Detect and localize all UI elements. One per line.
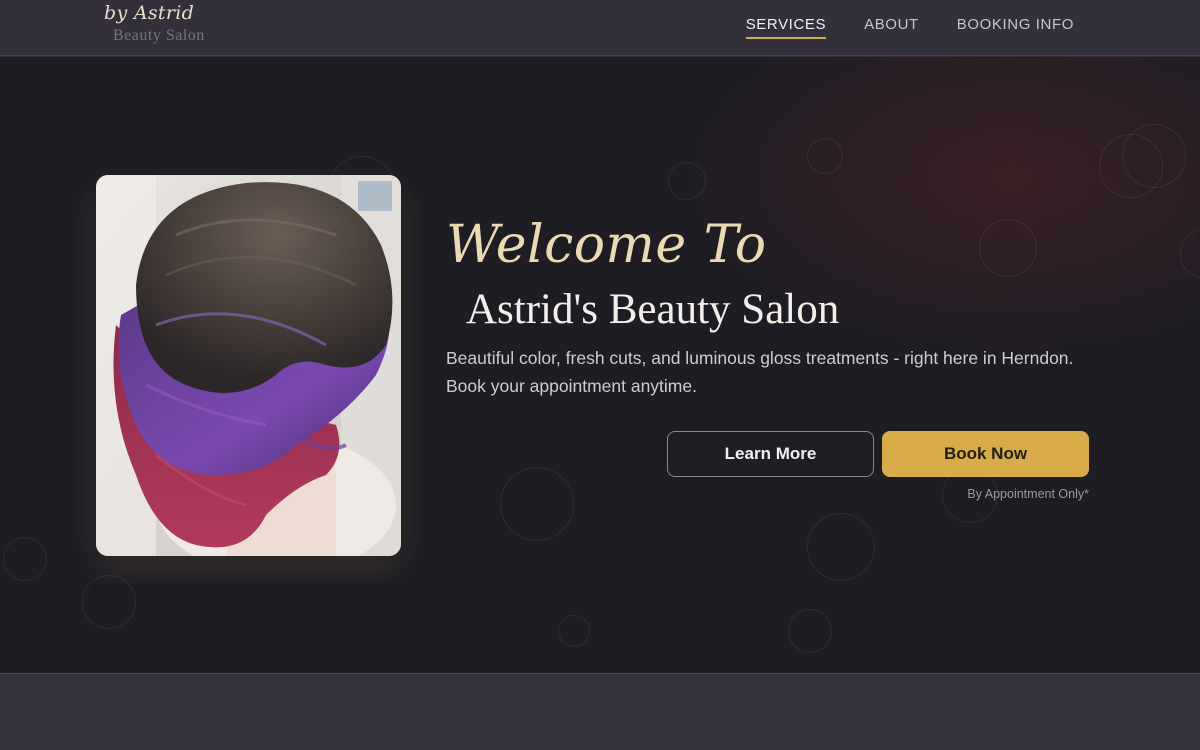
decorative-bubble [979,219,1037,277]
salon-title: Astrid's Beauty Salon [466,286,840,333]
logo-subtitle: Beauty Salon [113,27,205,44]
main-nav: SERVICES ABOUT BOOKING INFO [745,16,1074,39]
decorative-bubble [807,513,875,581]
hero-section: Welcome To Astrid's Beauty Salon Beautif… [0,57,1200,673]
nav-item-about[interactable]: ABOUT [864,16,919,39]
welcome-heading: Welcome To [446,215,767,275]
nav-item-booking-info[interactable]: BOOKING INFO [957,16,1074,39]
decorative-bubble [3,537,47,581]
decorative-bubble [82,575,136,629]
tagline-line-2: Book your appointment anytime. [446,376,697,396]
book-now-button[interactable]: Book Now [882,431,1089,477]
hero-hair-photo [96,175,401,556]
decorative-bubble [807,138,843,174]
decorative-bubble [668,162,706,200]
logo-script-text: by Astrid [104,2,195,24]
logo[interactable]: by Astrid Beauty Salon [104,2,244,52]
next-section-band [0,674,1200,750]
decorative-bubble [500,467,574,541]
page: by Astrid Beauty Salon SERVICES ABOUT BO… [0,0,1200,750]
learn-more-button[interactable]: Learn More [667,431,874,477]
tagline-line-1: Beautiful color, fresh cuts, and luminou… [446,348,1074,368]
decorative-bubble [1180,229,1200,279]
site-header: by Astrid Beauty Salon SERVICES ABOUT BO… [0,0,1200,56]
decorative-bubble [788,609,832,653]
decorative-bubble [558,615,590,647]
appointment-note: By Appointment Only* [967,487,1089,501]
decorative-bubble [1122,124,1186,188]
nav-item-services[interactable]: SERVICES [745,16,827,39]
hero-tagline: Beautiful color, fresh cuts, and luminou… [446,344,1096,400]
